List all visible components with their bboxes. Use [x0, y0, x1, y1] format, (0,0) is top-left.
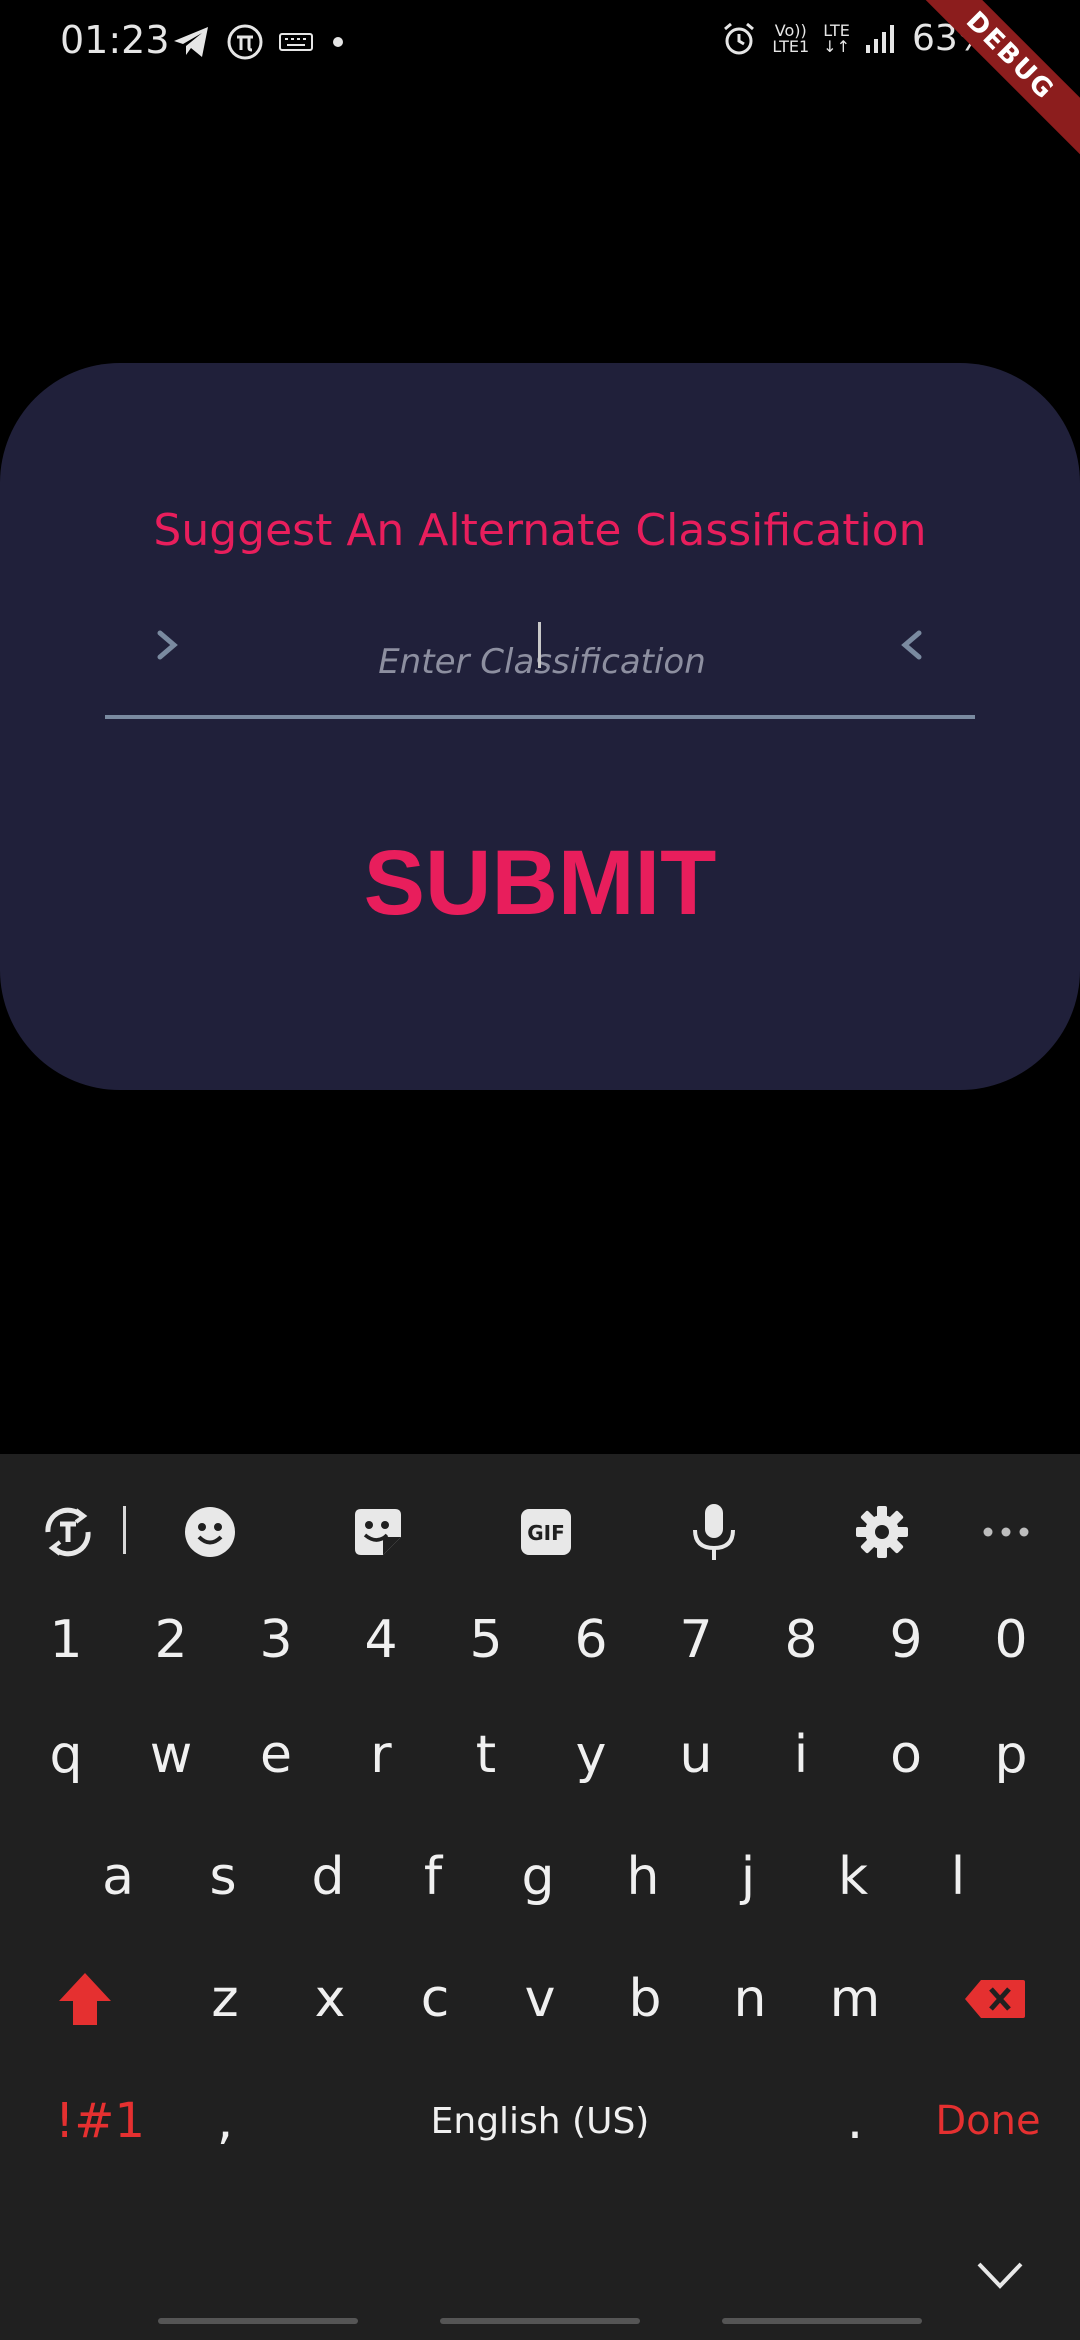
more-icon[interactable] [974, 1500, 1038, 1564]
letter-key[interactable]: m [805, 1944, 905, 2054]
letter-key[interactable]: u [646, 1700, 746, 1810]
letter-key[interactable]: c [385, 1944, 485, 2054]
emoji-icon[interactable] [178, 1500, 242, 1564]
shift-key[interactable] [35, 1944, 135, 2054]
letter-key[interactable]: t [436, 1700, 536, 1810]
letter-key[interactable]: i [751, 1700, 851, 1810]
space-key[interactable]: English (US) [290, 2066, 790, 2176]
text-cursor [538, 622, 541, 668]
dialog-title: Suggest An Alternate Classification [153, 505, 927, 556]
letter-key[interactable]: e [226, 1700, 326, 1810]
classification-input[interactable] [105, 621, 979, 703]
letter-key[interactable]: p [961, 1700, 1061, 1810]
number-key[interactable]: 1 [16, 1585, 116, 1695]
letter-key[interactable]: y [541, 1700, 641, 1810]
telegram-icon [174, 27, 208, 57]
number-key[interactable]: 6 [541, 1585, 641, 1695]
letter-key[interactable]: q [16, 1700, 116, 1810]
shift-arrow-icon [59, 1973, 111, 2025]
symbols-key[interactable]: !#1 [0, 2066, 200, 2176]
number-key[interactable]: 5 [436, 1585, 536, 1695]
number-key[interactable]: 7 [646, 1585, 746, 1695]
nav-home-handle[interactable] [440, 2318, 640, 2324]
status-bar: 01:23 Vo)) LTE1 LTE ↓↑ 63% [0, 0, 1080, 84]
letter-key[interactable]: g [488, 1822, 588, 1932]
pi-icon [227, 24, 263, 60]
comma-key[interactable]: , [175, 2066, 275, 2176]
chevron-left-icon [901, 630, 922, 660]
signal-icon [865, 24, 894, 53]
letter-key[interactable]: r [331, 1700, 431, 1810]
settings-icon[interactable] [850, 1500, 914, 1564]
letter-key[interactable]: z [175, 1944, 275, 2054]
text-recognition-icon[interactable] [36, 1500, 100, 1564]
status-left-icons [172, 20, 348, 64]
nav-recents-handle[interactable] [722, 2318, 922, 2324]
number-key[interactable]: 2 [121, 1585, 221, 1695]
number-key[interactable]: 4 [331, 1585, 431, 1695]
letter-key[interactable]: w [121, 1700, 221, 1810]
keyboard-icon [279, 33, 313, 51]
notification-dot-icon [333, 37, 343, 47]
letter-key[interactable]: v [490, 1944, 590, 2054]
lte1-label: LTE1 [772, 36, 810, 56]
microphone-icon[interactable] [682, 1500, 746, 1564]
backspace-key[interactable] [945, 1944, 1045, 2054]
number-key[interactable]: 9 [856, 1585, 956, 1695]
letter-key[interactable]: d [278, 1822, 378, 1932]
sticker-icon[interactable] [346, 1500, 410, 1564]
navigation-bar [0, 2270, 1080, 2340]
suggest-classification-dialog: Suggest An Alternate Classification SUBM… [0, 363, 1080, 1090]
letter-key[interactable]: l [908, 1822, 1008, 1932]
nav-back-handle[interactable] [158, 2318, 358, 2324]
letter-key[interactable]: f [383, 1822, 483, 1932]
keyboard-toolbar: GIF [0, 1454, 1080, 1602]
letter-key[interactable]: n [700, 1944, 800, 2054]
backspace-icon [965, 1980, 1025, 2018]
volte-indicator: Vo)) LTE1 [772, 22, 810, 56]
letter-key[interactable]: b [595, 1944, 695, 2054]
gif-label: GIF [527, 1521, 565, 1545]
toolbar-separator [123, 1506, 126, 1554]
number-key[interactable]: 8 [751, 1585, 851, 1695]
lte-indicator: LTE ↓↑ [823, 22, 850, 56]
gif-icon[interactable]: GIF [514, 1500, 578, 1564]
alarm-icon [724, 22, 755, 54]
done-key[interactable]: Done [888, 2066, 1080, 2176]
letter-key[interactable]: h [593, 1822, 693, 1932]
letter-key[interactable]: o [856, 1700, 956, 1810]
data-arrows-icon: ↓↑ [823, 36, 850, 56]
letter-key[interactable]: x [280, 1944, 380, 2054]
number-key[interactable]: 0 [961, 1585, 1061, 1695]
status-time: 01:23 [60, 18, 170, 62]
input-underline [105, 715, 975, 719]
number-key[interactable]: 3 [226, 1585, 326, 1695]
letter-key[interactable]: k [803, 1822, 903, 1932]
submit-button[interactable]: SUBMIT [300, 823, 780, 943]
letter-key[interactable]: a [68, 1822, 168, 1932]
letter-key[interactable]: j [698, 1822, 798, 1932]
letter-key[interactable]: s [173, 1822, 273, 1932]
